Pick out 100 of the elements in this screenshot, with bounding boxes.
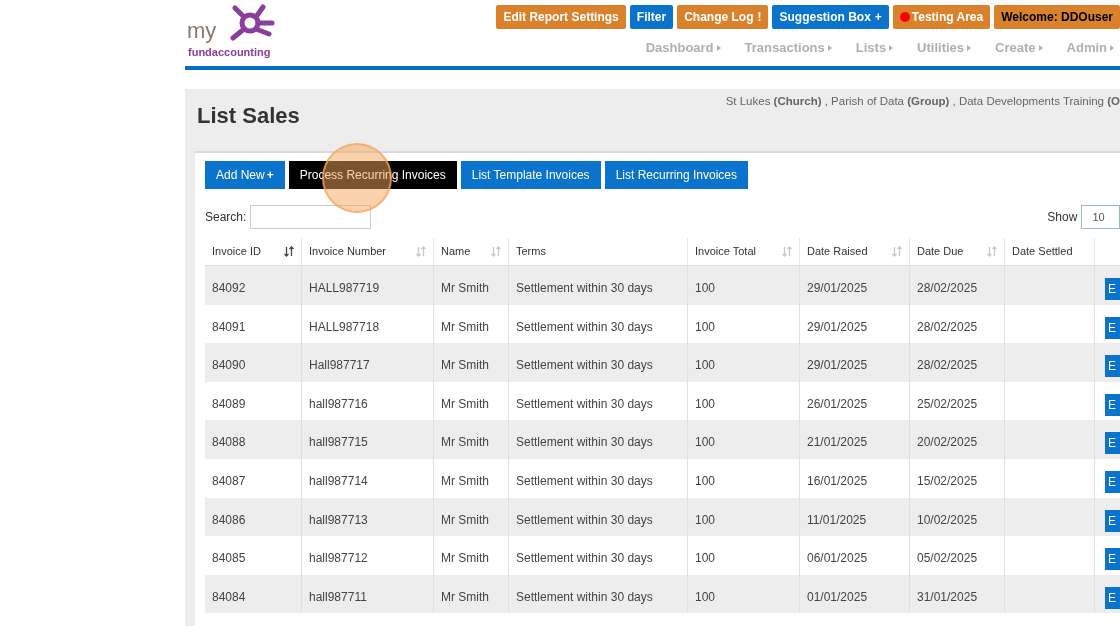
table-cell: Mr Smith bbox=[441, 551, 489, 566]
header-cell[interactable]: Invoice ID bbox=[205, 238, 302, 265]
search-field[interactable] bbox=[250, 205, 372, 229]
header-cell[interactable]: Date Raised bbox=[800, 238, 910, 265]
table-cell: 84091 bbox=[212, 319, 246, 334]
table-cell: 10/02/2025 bbox=[917, 512, 978, 527]
show-label: Show bbox=[1047, 209, 1078, 226]
table-cell: Hall987717 bbox=[309, 358, 370, 373]
header-button[interactable]: Change Log ! bbox=[677, 5, 769, 29]
table-cell: Mr Smith bbox=[441, 319, 489, 334]
breadcrumb: St Lukes (Church) , Parish of Data (Group) , Data Developments Training (O bbox=[725, 94, 1120, 109]
table-cell: 29/01/2025 bbox=[807, 358, 868, 373]
table-cell: Mr Smith bbox=[441, 589, 489, 604]
row-action-button[interactable]: E bbox=[1105, 393, 1120, 416]
table-cell: 100 bbox=[695, 435, 716, 450]
header-cell[interactable]: Name bbox=[434, 238, 509, 265]
column-header: Date Due bbox=[917, 244, 964, 260]
table-cell: 84086 bbox=[212, 512, 246, 527]
column-header: Invoice Total bbox=[695, 244, 756, 260]
row-action-button[interactable]: E bbox=[1105, 316, 1120, 339]
caret-icon bbox=[967, 44, 972, 51]
header-cell[interactable]: Invoice Total bbox=[688, 238, 800, 265]
row-action-button[interactable]: E bbox=[1105, 548, 1120, 571]
table-cell: 01/01/2025 bbox=[807, 589, 868, 604]
column-header: Date Settled bbox=[1012, 244, 1073, 260]
action-button[interactable]: List Template Invoices bbox=[460, 161, 601, 189]
table-cell: 28/02/2025 bbox=[917, 358, 978, 373]
action-button[interactable]: List Recurring Invoices bbox=[604, 161, 748, 189]
table-cell: 26/01/2025 bbox=[807, 396, 868, 411]
table-cell: hall987715 bbox=[309, 435, 368, 450]
table-cell: hall987712 bbox=[309, 551, 368, 566]
caret-icon bbox=[1110, 44, 1114, 51]
caret-icon bbox=[889, 44, 894, 51]
table-cell: 100 bbox=[695, 512, 716, 527]
table-cell: 29/01/2025 bbox=[807, 281, 868, 295]
logo-subtext: fundaccounting bbox=[188, 47, 271, 58]
logo-text: my bbox=[187, 20, 217, 42]
row-action-button[interactable]: E bbox=[1105, 278, 1120, 300]
show-select[interactable]: 10 bbox=[1081, 205, 1120, 229]
table-cell: 16/01/2025 bbox=[807, 473, 868, 488]
table-cell: Settlement within 30 days bbox=[516, 473, 653, 488]
table-cell: 11/01/2025 bbox=[807, 512, 867, 527]
sort-icon[interactable] bbox=[284, 246, 294, 257]
header-cell[interactable]: Date Due bbox=[910, 238, 1005, 265]
table-cell: Mr Smith bbox=[441, 435, 489, 450]
table-cell: Settlement within 30 days bbox=[516, 512, 653, 527]
table-cell: 100 bbox=[695, 396, 716, 411]
table-cell: 15/02/2025 bbox=[917, 473, 978, 488]
row-action-button[interactable]: E bbox=[1105, 509, 1120, 532]
table-cell: 28/02/2025 bbox=[917, 319, 978, 334]
caret-icon bbox=[827, 44, 832, 51]
table-cell: 28/02/2025 bbox=[917, 281, 978, 295]
table-cell: Settlement within 30 days bbox=[516, 358, 653, 373]
header-cell[interactable]: Invoice Number bbox=[302, 238, 434, 265]
search-label: Search: bbox=[205, 209, 247, 226]
table-cell: 31/01/2025 bbox=[917, 589, 978, 604]
table-cell: Mr Smith bbox=[441, 512, 489, 527]
table-cell: 84092 bbox=[212, 281, 246, 295]
header-button[interactable]: Testing Area bbox=[892, 5, 991, 29]
table-cell: 84087 bbox=[212, 473, 246, 488]
row-action-button[interactable]: E bbox=[1105, 470, 1120, 493]
column-header: Terms bbox=[516, 244, 546, 260]
table-cell: hall987714 bbox=[309, 473, 368, 488]
header-button[interactable]: Welcome: DDOuser bbox=[994, 5, 1120, 29]
column-header: Name bbox=[441, 244, 471, 260]
row-action-button[interactable]: E bbox=[1105, 355, 1120, 378]
table-cell: 21/01/2025 bbox=[807, 435, 868, 450]
table-cell: 100 bbox=[695, 589, 716, 604]
table-cell: 100 bbox=[695, 358, 716, 373]
table-cell: Mr Smith bbox=[441, 473, 489, 488]
caret-icon bbox=[716, 44, 721, 51]
table-cell: HALL987718 bbox=[309, 319, 380, 334]
table-cell: Mr Smith bbox=[441, 281, 489, 295]
table-cell: 100 bbox=[695, 473, 716, 488]
table-cell: hall987716 bbox=[309, 396, 368, 411]
table-cell: 84084 bbox=[212, 589, 246, 604]
table-cell: 06/01/2025 bbox=[807, 551, 868, 566]
action-button[interactable]: Add New + bbox=[205, 161, 285, 189]
table-cell: 84089 bbox=[212, 396, 246, 411]
row-action-button[interactable]: E bbox=[1105, 432, 1120, 455]
table-cell: hall987711 bbox=[309, 589, 367, 604]
header-button[interactable]: Suggestion Box + bbox=[772, 5, 889, 29]
page-title: List Sales bbox=[197, 102, 300, 130]
header-button[interactable]: Edit Report Settings bbox=[496, 5, 626, 29]
logo[interactable]: my fundaccounting bbox=[185, 2, 280, 64]
column-header: Invoice ID bbox=[212, 244, 261, 260]
table-cell: Settlement within 30 days bbox=[516, 589, 653, 604]
table-cell: 84090 bbox=[212, 358, 246, 373]
table-cell: 20/02/2025 bbox=[917, 435, 978, 450]
caret-icon bbox=[1038, 44, 1043, 51]
table-cell: 84088 bbox=[212, 435, 246, 450]
table-cell: Mr Smith bbox=[441, 358, 489, 373]
table-cell: HALL987719 bbox=[309, 281, 380, 295]
table-cell: 05/02/2025 bbox=[917, 551, 978, 566]
header-button[interactable]: Filter bbox=[629, 5, 674, 29]
table-cell: Mr Smith bbox=[441, 396, 489, 411]
table-cell: Settlement within 30 days bbox=[516, 319, 653, 334]
table-cell: 29/01/2025 bbox=[807, 319, 868, 334]
table-cell: 100 bbox=[695, 551, 716, 566]
row-action-button[interactable]: E bbox=[1105, 586, 1120, 609]
